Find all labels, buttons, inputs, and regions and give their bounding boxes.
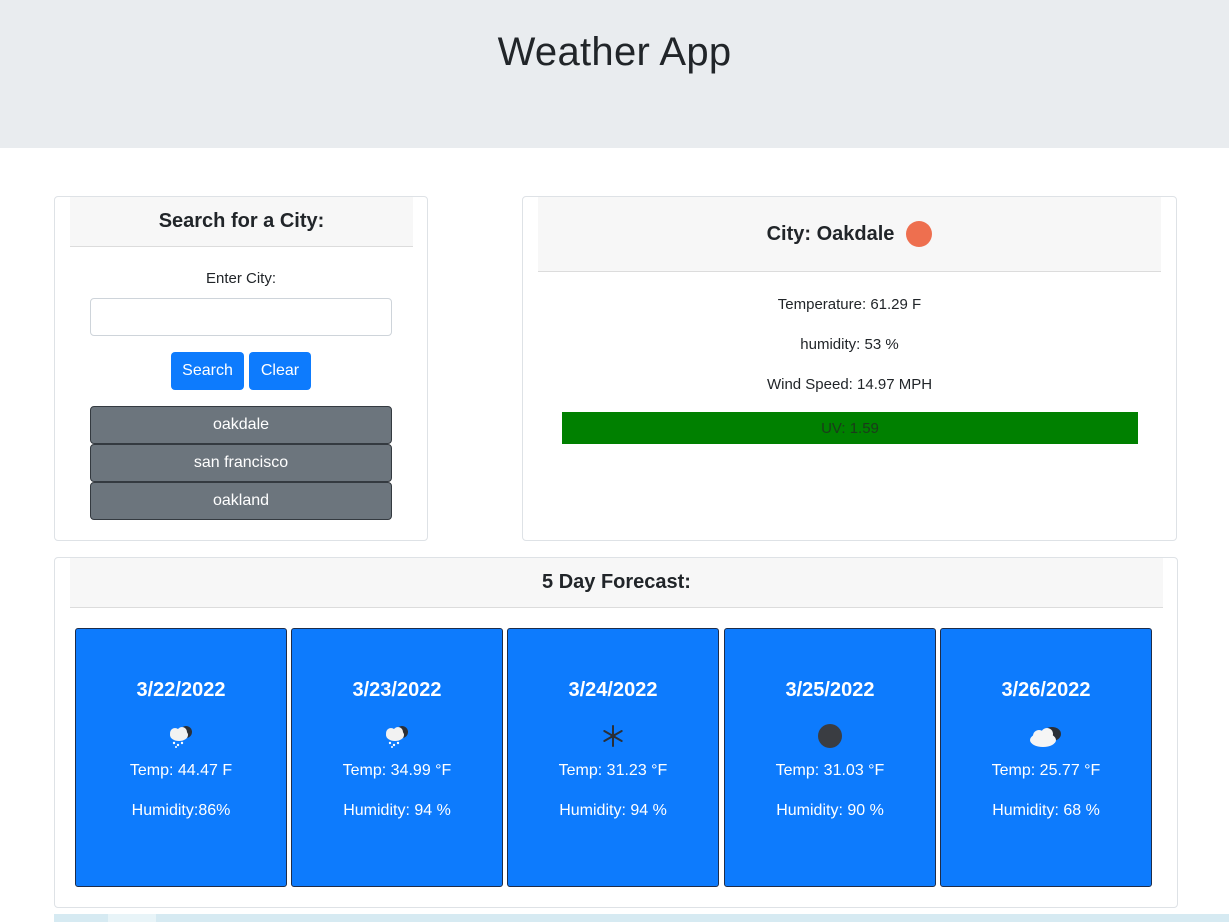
- city-title: City: Oakdale: [766, 222, 895, 245]
- forecast-humidity: Humidity:86%: [131, 802, 231, 819]
- sun-icon: [906, 221, 933, 247]
- search-heading: Search for a City:: [70, 197, 413, 247]
- current-weather-card: City: Oakdale Temperature: 61.29 F humid…: [522, 196, 1177, 541]
- humidity-text: humidity: 53 %: [800, 336, 899, 353]
- forecast-day-card: 3/23/2022 Temp: 34.99 °F Humidity: 94 %: [291, 628, 503, 887]
- search-card: Search for a City: Enter City: Search Cl…: [54, 196, 428, 541]
- forecast-card: 5 Day Forecast: 3/22/2022 Temp: 44.47 F …: [54, 557, 1178, 908]
- snow-cloud-icon: [292, 722, 502, 750]
- search-button[interactable]: Search: [171, 352, 244, 390]
- history-button-oakdale[interactable]: oakdale: [90, 406, 392, 444]
- forecast-temp: Temp: 31.23 °F: [558, 762, 668, 779]
- enter-city-label: Enter City:: [205, 270, 277, 287]
- wind-speed-text: Wind Speed: 14.97 MPH: [766, 376, 933, 393]
- forecast-temp: Temp: 25.77 °F: [991, 762, 1101, 779]
- page-title: Weather App: [497, 30, 732, 74]
- page-bottom-strip: [54, 914, 1229, 922]
- forecast-date: 3/22/2022: [136, 679, 226, 701]
- forecast-day-card: 3/25/2022 Temp: 31.03 °F Humidity: 90 %: [724, 628, 936, 887]
- forecast-day-card: 3/24/2022 Temp: 31.23 °F Humidity: 94 %: [507, 628, 719, 887]
- forecast-date: 3/25/2022: [785, 679, 875, 701]
- history-button-oakland[interactable]: oakland: [90, 482, 392, 520]
- uv-index-bar: UV: 1.59: [562, 412, 1138, 444]
- forecast-heading: 5 Day Forecast:: [70, 558, 1163, 608]
- forecast-date: 3/26/2022: [1001, 679, 1091, 701]
- current-heading: City: Oakdale: [538, 197, 1161, 272]
- temperature-text: Temperature: 61.29 F: [777, 296, 922, 313]
- forecast-day-card: 3/22/2022 Temp: 44.47 F Humidity:86%: [75, 628, 287, 887]
- history-button-san-francisco[interactable]: san francisco: [90, 444, 392, 482]
- snow-cloud-icon: [76, 722, 286, 750]
- forecast-temp: Temp: 31.03 °F: [775, 762, 885, 779]
- forecast-date: 3/23/2022: [352, 679, 442, 701]
- page-header: Weather App: [0, 0, 1229, 148]
- forecast-date: 3/24/2022: [568, 679, 658, 701]
- forecast-temp: Temp: 44.47 F: [129, 762, 233, 779]
- city-input[interactable]: [90, 298, 392, 336]
- forecast-humidity: Humidity: 94 %: [559, 802, 667, 819]
- snowflake-icon: [508, 722, 718, 750]
- clear-button[interactable]: Clear: [249, 352, 311, 390]
- dark-circle-icon: [725, 722, 935, 750]
- cloud-icon: [941, 722, 1151, 750]
- forecast-humidity: Humidity: 68 %: [992, 802, 1100, 819]
- strip-segment: [108, 914, 156, 922]
- forecast-temp: Temp: 34.99 °F: [342, 762, 452, 779]
- forecast-day-card: 3/26/2022 Temp: 25.77 °F Humidity: 68 %: [940, 628, 1152, 887]
- forecast-humidity: Humidity: 90 %: [776, 802, 884, 819]
- forecast-humidity: Humidity: 94 %: [343, 802, 451, 819]
